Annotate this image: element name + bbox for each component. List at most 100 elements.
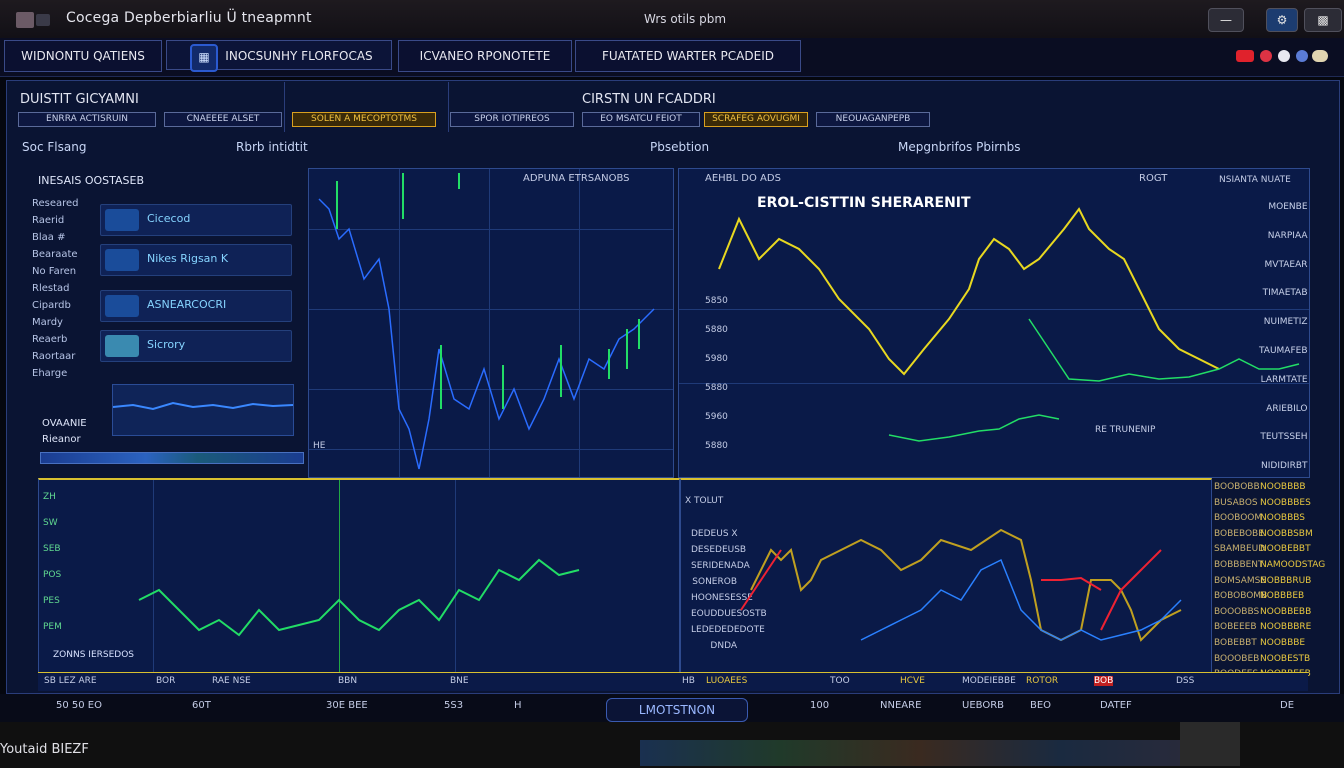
value: NOOBBBB xyxy=(1260,482,1306,492)
window-subtitle: Wrs otils pbm xyxy=(644,12,727,26)
price-line xyxy=(318,198,655,470)
x-tick: HCVE xyxy=(900,676,925,686)
value: NOOBBBE xyxy=(1260,637,1306,648)
globe-icon[interactable] xyxy=(1296,50,1308,62)
taskbar-tray[interactable] xyxy=(1180,722,1240,766)
axis-note: HE xyxy=(313,441,326,451)
bottom-green-series xyxy=(138,558,580,637)
x-tick: BBN xyxy=(338,676,358,686)
x-tick: BNE xyxy=(450,676,469,686)
list-item[interactable]: Blaa # xyxy=(32,232,92,249)
card-asnear[interactable]: ASNEARCOCRI xyxy=(100,290,292,322)
status-item: 30E BEE xyxy=(326,700,368,711)
list-item[interactable]: Rlestad xyxy=(32,283,92,300)
value: NOOBBBS xyxy=(1260,513,1305,524)
record-icon[interactable] xyxy=(1260,50,1272,62)
tab-fuatated[interactable]: FUATATED WARTER PCADEID xyxy=(575,40,801,72)
chat-icon[interactable] xyxy=(1312,50,1328,62)
list-item[interactable]: Cipardb xyxy=(32,300,92,317)
red-series-a xyxy=(740,549,782,611)
tab-widnontu[interactable]: WIDNONTU QATIENS xyxy=(4,40,162,72)
card-cicecod[interactable]: Cicecod xyxy=(100,204,292,236)
control-1[interactable]: ENRRA ACTISRUIN xyxy=(18,112,156,127)
bottom-blue-series xyxy=(860,558,1182,641)
list-item[interactable]: No Faren xyxy=(32,266,92,283)
x-tick: ROTOR xyxy=(1026,676,1059,686)
value: TIMAETAB xyxy=(1262,288,1308,299)
value: NOBBBEB xyxy=(1260,591,1305,602)
card-label: Nikes Rigsan K xyxy=(147,252,229,265)
value: NOBBBRUB xyxy=(1260,575,1312,586)
status-item: BEO xyxy=(1030,700,1052,711)
card-label: Sicrory xyxy=(147,338,186,351)
control-4[interactable]: SPOR IOTIPREOS xyxy=(450,112,574,127)
status-item: 5S3 xyxy=(444,700,464,711)
control-5[interactable]: EO MSATCU FEIOT xyxy=(582,112,700,127)
x-tick: BOR xyxy=(156,676,176,686)
value: TEUTSSEH xyxy=(1260,432,1308,443)
value: MOENBE xyxy=(1268,202,1308,212)
bottom-right-svg xyxy=(740,528,1182,642)
minimize-button[interactable]: — xyxy=(1208,8,1244,32)
yellow-series xyxy=(718,207,1220,376)
list-item[interactable]: Reaerb xyxy=(32,334,92,351)
value: NUIMETIZ xyxy=(1263,317,1308,328)
x-tick: SB LEZ ARE xyxy=(44,676,97,686)
list-item[interactable]: Mardy xyxy=(32,317,92,334)
status-item: NNEARE xyxy=(880,700,922,711)
close-window-button[interactable]: ▩ xyxy=(1304,8,1342,32)
control-7[interactable]: NEOUAGANPEPB xyxy=(816,112,930,127)
section-title-left: DUISTIT GICYAMNI xyxy=(20,92,139,107)
control-2[interactable]: CNAEEEE ALSET xyxy=(164,112,282,127)
value: ARIEBILO xyxy=(1266,403,1308,414)
mini-chart-svg xyxy=(112,401,294,411)
window-menu-icon[interactable] xyxy=(36,14,50,26)
green-candles xyxy=(336,173,640,409)
list-item[interactable]: Raerid xyxy=(32,215,92,232)
right-chart[interactable]: AEHBL DO ADS ROGT NSIANTA NUATE EROL-CIS… xyxy=(678,168,1310,478)
status-center[interactable]: LMOTSTNON xyxy=(606,698,748,722)
list-item[interactable]: Bearaate xyxy=(32,249,92,266)
volume-bar xyxy=(40,452,304,464)
column-margin[interactable]: Mepgnbrifos Pbirnbs xyxy=(898,140,1020,154)
bottom-right-chart[interactable]: X TOLUT DEDEUS X DESEDEUSB SERIDENADA SO… xyxy=(680,478,1212,673)
section-title-center: CIRSTN UN FCADDRI xyxy=(582,92,716,107)
status-item: UEBORB xyxy=(962,700,1005,711)
lower-green-series xyxy=(888,414,1060,442)
card-icon xyxy=(105,249,139,271)
left-list: Researed Raerid Blaa # Bearaate No Faren… xyxy=(32,198,92,385)
value: MVTAEAR xyxy=(1264,259,1308,270)
card-sicrory[interactable]: Sicrory xyxy=(100,330,292,362)
bottom-left-svg xyxy=(138,558,580,637)
taskbar-apps[interactable] xyxy=(640,740,1200,766)
divider xyxy=(284,82,285,132)
control-6[interactable]: SCRAFEG AOVUGMI xyxy=(704,112,808,127)
card-nikes[interactable]: Nikes Rigsan K xyxy=(100,244,292,276)
value: NOOBBEBB xyxy=(1260,606,1312,617)
column-position[interactable]: Pbsebtion xyxy=(650,140,709,154)
left-footer-1: OVAANIE xyxy=(42,418,87,429)
alert-icon[interactable] xyxy=(1236,50,1254,62)
main-chart[interactable]: ADPUNA ETRSANOBS HE xyxy=(308,168,674,478)
chart-header: ADPUNA ETRSANOBS xyxy=(523,173,630,184)
list-item[interactable]: Researed xyxy=(32,198,92,215)
list-item[interactable]: Eharge xyxy=(32,368,92,385)
value: NIDIDIRBT xyxy=(1261,461,1308,472)
tab-icvaneo[interactable]: ICVANEO RPONOTETE xyxy=(398,40,572,72)
control-3[interactable]: SOLEN A MECOPTOTMS xyxy=(292,112,436,127)
app-logo-icon xyxy=(16,12,34,28)
column-sort[interactable]: Soc Flsang xyxy=(22,140,86,154)
status-item: DATEF xyxy=(1100,700,1132,711)
card-label: ASNEARCOCRI xyxy=(147,298,227,311)
chart-app-icon[interactable]: ▦ xyxy=(190,44,218,72)
value: TAUMAFEB xyxy=(1259,345,1308,356)
value: NOOBBBRE xyxy=(1260,622,1312,633)
candles-svg xyxy=(318,173,655,470)
user-icon[interactable] xyxy=(1278,50,1290,62)
bottom-left-chart[interactable]: ZH SW SEB POS PES PEM ZONNS IERSEDOS xyxy=(38,478,680,673)
card-icon xyxy=(105,335,139,357)
list-item[interactable]: Raortaar xyxy=(32,351,92,368)
column-rate[interactable]: Rbrb intidtit xyxy=(236,140,308,154)
settings-icon[interactable]: ⚙ xyxy=(1266,8,1298,32)
right-values: MOENBE NARPIAA MVTAEAR TIMAETAB NUIMETIZ… xyxy=(1259,193,1308,481)
